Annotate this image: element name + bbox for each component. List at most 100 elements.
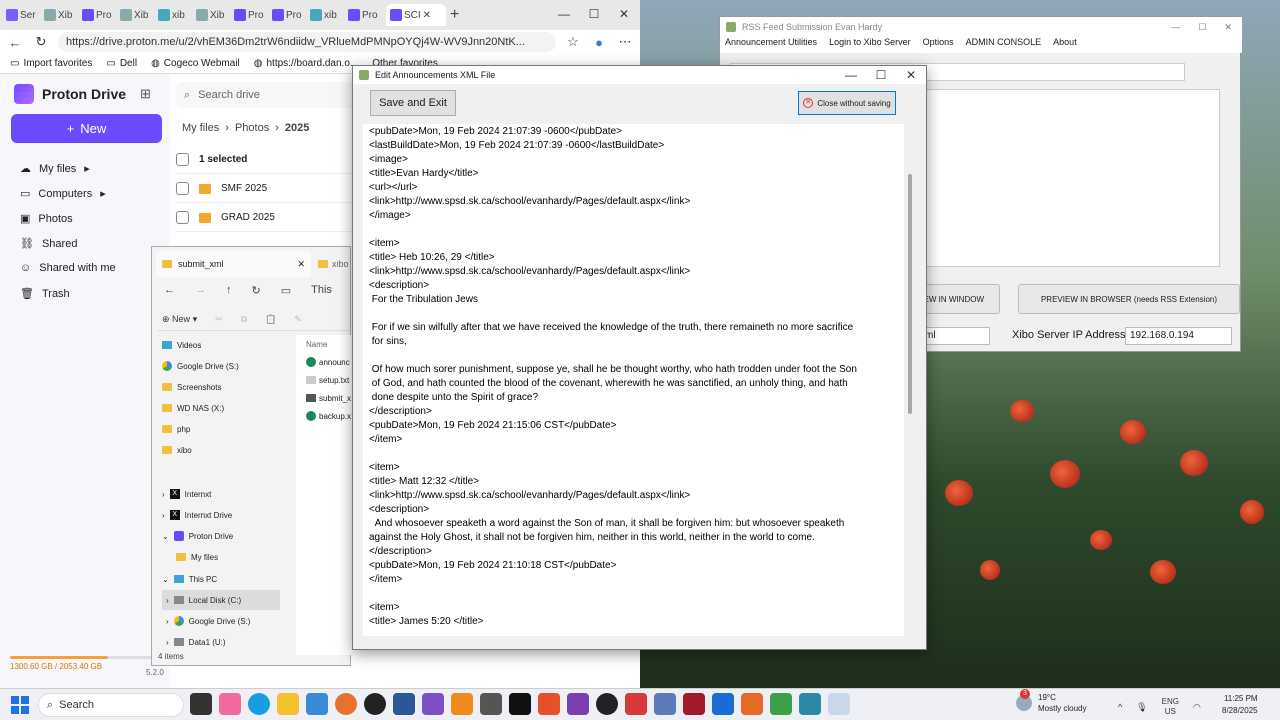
- browser-tab[interactable]: Pro: [234, 4, 268, 26]
- firefox-icon[interactable]: [335, 693, 357, 715]
- preview-browser-button[interactable]: PREVIEW IN BROWSER (needs RSS Extension): [1018, 284, 1240, 314]
- close-icon[interactable]: ✕: [609, 0, 639, 28]
- terminal-icon[interactable]: [509, 693, 531, 715]
- monitor-icon[interactable]: ▭: [281, 284, 291, 297]
- folder-row[interactable]: GRAD 2025: [176, 204, 356, 232]
- nav-trash[interactable]: 🗑 Trash: [20, 287, 70, 301]
- chevron-up-icon[interactable]: ^: [1118, 702, 1122, 712]
- folder-row[interactable]: SMF 2025: [176, 175, 356, 203]
- row-checkbox[interactable]: [176, 182, 189, 195]
- new-button[interactable]: ⊕ New ▾: [162, 314, 197, 325]
- browser-tab[interactable]: Pro: [348, 4, 382, 26]
- wifi-icon[interactable]: ◠: [1193, 702, 1201, 713]
- rss-app-icon[interactable]: [828, 693, 850, 715]
- file-item[interactable]: submit_x: [296, 389, 352, 407]
- path-label[interactable]: This: [311, 284, 332, 296]
- edge-icon[interactable]: [248, 693, 270, 715]
- select-all-checkbox[interactable]: [176, 153, 189, 166]
- maximize-icon[interactable]: ☐: [579, 0, 609, 28]
- up-icon[interactable]: ↑: [226, 284, 232, 296]
- tree-item-my-files[interactable]: My files: [162, 547, 282, 567]
- file-item[interactable]: announc: [296, 353, 352, 371]
- copilot-icon[interactable]: [219, 693, 241, 715]
- refresh-icon[interactable]: ↻: [252, 284, 261, 297]
- refresh-icon[interactable]: ↻: [32, 34, 50, 50]
- close-tab-icon[interactable]: ✕: [297, 259, 305, 270]
- favorite-board[interactable]: ◍ https://board.dan.o...: [254, 58, 358, 69]
- weather-widget[interactable]: 3 19°C Mostly cloudy: [1016, 689, 1086, 714]
- chrome-icon[interactable]: [364, 693, 386, 715]
- close-icon[interactable]: ✕: [1224, 22, 1232, 33]
- browser-tab[interactable]: Pro: [272, 4, 306, 26]
- tree-item-internxt-drive[interactable]: › X Internxt Drive: [162, 505, 282, 525]
- copy-icon[interactable]: ⧉: [241, 314, 247, 325]
- tree-item-screenshots[interactable]: Screenshots: [162, 377, 282, 397]
- tree-item-videos[interactable]: Videos: [162, 335, 282, 355]
- back-icon[interactable]: ←: [6, 35, 24, 50]
- app-icon[interactable]: [625, 693, 647, 715]
- rename-icon[interactable]: ✎: [294, 314, 302, 325]
- new-button[interactable]: + New: [11, 114, 162, 143]
- row-checkbox[interactable]: [176, 211, 189, 224]
- paste-icon[interactable]: 📋: [265, 314, 276, 325]
- menu-login-xibo[interactable]: Login to Xibo Server: [829, 37, 911, 53]
- browser-tab[interactable]: Xib: [196, 4, 230, 26]
- favorite-cogeco[interactable]: ◍ Cogeco Webmail: [151, 58, 240, 69]
- language-indicator[interactable]: ENG US: [1162, 697, 1179, 717]
- search-drive-input[interactable]: ⌕ Search drive: [176, 82, 376, 108]
- app-icon[interactable]: [567, 693, 589, 715]
- back-icon[interactable]: ←: [164, 284, 175, 296]
- file-item[interactable]: backup.x: [296, 407, 352, 425]
- browser-tab[interactable]: xib: [158, 4, 192, 26]
- file-item[interactable]: setup.txt: [296, 371, 352, 389]
- settings-icon[interactable]: [654, 693, 676, 715]
- browser-tab[interactable]: Xib: [44, 4, 78, 26]
- app-icon[interactable]: [741, 693, 763, 715]
- maximize-icon[interactable]: ☐: [866, 66, 896, 84]
- favorite-dell[interactable]: ▭ Dell: [106, 58, 137, 69]
- menu-announcement-utilities[interactable]: Announcement Utilities: [725, 37, 817, 53]
- column-name-header[interactable]: Name: [296, 335, 352, 353]
- proton-logo[interactable]: Proton Drive: [14, 84, 126, 104]
- nav-my-files[interactable]: ☁ My files ▸: [20, 162, 90, 176]
- new-tab-button[interactable]: +: [450, 4, 484, 26]
- browser-tab[interactable]: Pro: [82, 4, 116, 26]
- browser-tab[interactable]: Xib: [120, 4, 154, 26]
- clock[interactable]: 11:25 PM 8/28/2025: [1222, 693, 1258, 717]
- scroll-thumb[interactable]: [908, 174, 912, 414]
- media-player-icon[interactable]: [596, 693, 618, 715]
- task-view-icon[interactable]: [190, 693, 212, 715]
- nav-photos[interactable]: ▣ Photos: [20, 212, 73, 226]
- app-icon[interactable]: [770, 693, 792, 715]
- close-tab-icon[interactable]: ✕: [423, 10, 431, 21]
- more-icon[interactable]: ⋯: [616, 34, 634, 50]
- nav-shared-with-me[interactable]: ☺ Shared with me: [20, 262, 116, 274]
- apps-grid-icon[interactable]: ⊞: [140, 86, 151, 102]
- favorite-star-icon[interactable]: ☆: [564, 34, 582, 50]
- taskbar-search[interactable]: ⌕ Search: [38, 693, 184, 717]
- store-icon[interactable]: [306, 693, 328, 715]
- word-icon[interactable]: [393, 693, 415, 715]
- vertical-scrollbar[interactable]: [906, 124, 916, 636]
- save-and-exit-button[interactable]: Save and Exit: [370, 90, 456, 116]
- minimize-icon[interactable]: —: [549, 0, 579, 28]
- minimize-icon[interactable]: —: [836, 66, 866, 84]
- browser-tab[interactable]: Ser: [6, 4, 40, 26]
- menu-about[interactable]: About: [1053, 37, 1077, 53]
- windows-start-icon[interactable]: [10, 695, 30, 715]
- close-icon[interactable]: ✕: [896, 66, 926, 84]
- maximize-icon[interactable]: ☐: [1198, 22, 1206, 33]
- forward-icon[interactable]: →: [195, 284, 206, 296]
- file-explorer-icon[interactable]: [277, 693, 299, 715]
- menu-admin-console[interactable]: ADMIN CONSOLE: [966, 37, 1042, 53]
- menu-options[interactable]: Options: [923, 37, 954, 53]
- profile-icon[interactable]: ●: [590, 35, 608, 50]
- tree-item-proton-drive[interactable]: ⌄ Proton Drive: [162, 526, 282, 546]
- notepad-icon[interactable]: [799, 693, 821, 715]
- favorite-import[interactable]: ▭ Import favorites: [10, 58, 92, 69]
- close-without-saving-button[interactable]: ✕ Close without saving: [798, 91, 896, 115]
- tree-item-google-drive[interactable]: Google Drive (S:): [162, 356, 282, 376]
- crumb-photos[interactable]: Photos: [235, 122, 269, 134]
- brave-icon[interactable]: [538, 693, 560, 715]
- ip-address-input[interactable]: 192.168.0.194: [1125, 327, 1232, 345]
